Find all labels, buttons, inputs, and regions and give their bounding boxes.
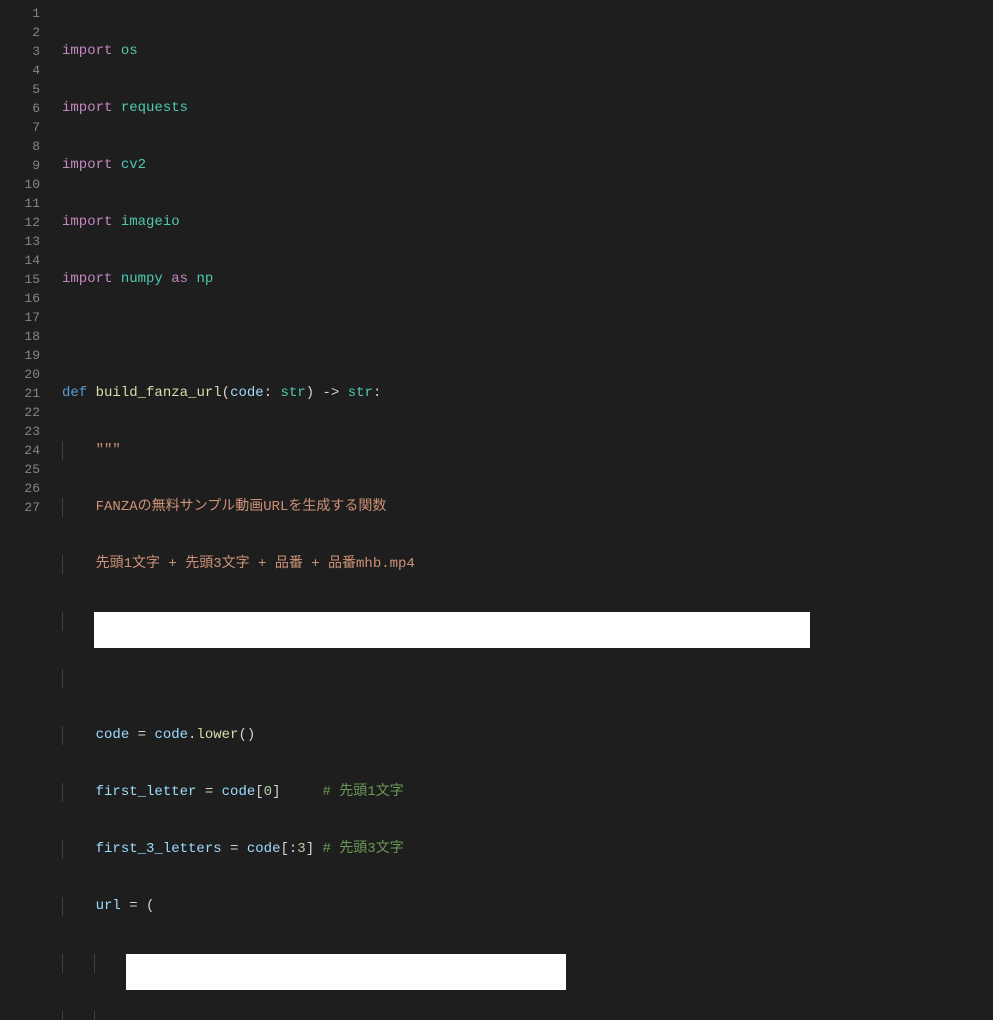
- line-number: 7: [0, 118, 62, 137]
- code-line[interactable]: url = (: [62, 897, 993, 916]
- variable: code: [222, 784, 256, 800]
- method: lower: [196, 727, 238, 743]
- code-line[interactable]: first_3_letters = code[:3] # 先頭3文字: [62, 840, 993, 859]
- variable: code: [247, 841, 281, 857]
- keyword-as: as: [171, 271, 188, 287]
- line-number: 14: [0, 251, 62, 270]
- variable: code: [154, 727, 188, 743]
- line-number: 25: [0, 460, 62, 479]
- code-line[interactable]: 先頭1文字 + 先頭3文字 + 品番 + 品番mhb.mp4: [62, 555, 993, 574]
- number: 3: [297, 841, 305, 857]
- alias: np: [196, 271, 213, 287]
- line-number: 10: [0, 175, 62, 194]
- module-name: cv2: [121, 157, 146, 173]
- keyword-import: import: [62, 214, 112, 230]
- module-name: numpy: [121, 271, 163, 287]
- code-line[interactable]: [62, 1011, 993, 1020]
- comment: # 先頭1文字: [323, 784, 404, 800]
- line-number: 16: [0, 289, 62, 308]
- keyword-import: import: [62, 157, 112, 173]
- line-number: 5: [0, 80, 62, 99]
- module-name: imageio: [121, 214, 180, 230]
- code-line[interactable]: FANZAの無料サンプル動画URLを生成する関数: [62, 498, 993, 517]
- line-number: 4: [0, 61, 62, 80]
- variable: first_3_letters: [96, 841, 222, 857]
- line-number: 21: [0, 384, 62, 403]
- number: 0: [264, 784, 272, 800]
- keyword-import: import: [62, 271, 112, 287]
- line-number: 12: [0, 213, 62, 232]
- line-number: 23: [0, 422, 62, 441]
- redaction-box: [94, 612, 810, 648]
- code-line[interactable]: import requests: [62, 99, 993, 118]
- line-number: 15: [0, 270, 62, 289]
- code-line[interactable]: import os: [62, 42, 993, 61]
- keyword-def: def: [62, 385, 87, 401]
- docstring-text: FANZAの無料サンプル動画URLを生成する関数: [96, 499, 387, 515]
- code-line[interactable]: import cv2: [62, 156, 993, 175]
- line-number: 2: [0, 23, 62, 42]
- docstring-open: """: [96, 442, 121, 458]
- code-line[interactable]: import numpy as np: [62, 270, 993, 289]
- function-name: build_fanza_url: [96, 385, 222, 401]
- line-number: 9: [0, 156, 62, 175]
- line-number: 22: [0, 403, 62, 422]
- module-name: os: [121, 43, 138, 59]
- variable: url: [96, 898, 121, 914]
- line-number: 26: [0, 479, 62, 498]
- line-number: 18: [0, 327, 62, 346]
- code-line[interactable]: """: [62, 441, 993, 460]
- redaction-box: [126, 954, 566, 990]
- code-line[interactable]: [62, 327, 993, 346]
- code-line[interactable]: [62, 954, 993, 973]
- line-number: 8: [0, 137, 62, 156]
- code-line[interactable]: code = code.lower(): [62, 726, 993, 745]
- code-line[interactable]: first_letter = code[0] # 先頭1文字: [62, 783, 993, 802]
- code-line[interactable]: [62, 612, 993, 631]
- line-number: 27: [0, 498, 62, 517]
- code-line[interactable]: [62, 669, 993, 688]
- code-area[interactable]: import os import requests import cv2 imp…: [62, 0, 993, 510]
- keyword-import: import: [62, 100, 112, 116]
- variable: first_letter: [96, 784, 197, 800]
- module-name: requests: [121, 100, 188, 116]
- variable: code: [96, 727, 130, 743]
- line-number: 1: [0, 4, 62, 23]
- return-type: str: [348, 385, 373, 401]
- code-editor[interactable]: 1 2 3 4 5 6 7 8 9 10 11 12 13 14 15 16 1…: [0, 0, 993, 510]
- line-number: 13: [0, 232, 62, 251]
- line-number: 3: [0, 42, 62, 61]
- param: code: [230, 385, 264, 401]
- docstring-text: 先頭1文字 + 先頭3文字 + 品番 + 品番mhb.mp4: [96, 556, 415, 572]
- type: str: [280, 385, 305, 401]
- line-number-gutter: 1 2 3 4 5 6 7 8 9 10 11 12 13 14 15 16 1…: [0, 0, 62, 510]
- line-number: 17: [0, 308, 62, 327]
- line-number: 6: [0, 99, 62, 118]
- keyword-import: import: [62, 43, 112, 59]
- line-number: 20: [0, 365, 62, 384]
- line-number: 24: [0, 441, 62, 460]
- line-number: 19: [0, 346, 62, 365]
- code-line[interactable]: def build_fanza_url(code: str) -> str:: [62, 384, 993, 403]
- comment: # 先頭3文字: [323, 841, 404, 857]
- line-number: 11: [0, 194, 62, 213]
- code-line[interactable]: import imageio: [62, 213, 993, 232]
